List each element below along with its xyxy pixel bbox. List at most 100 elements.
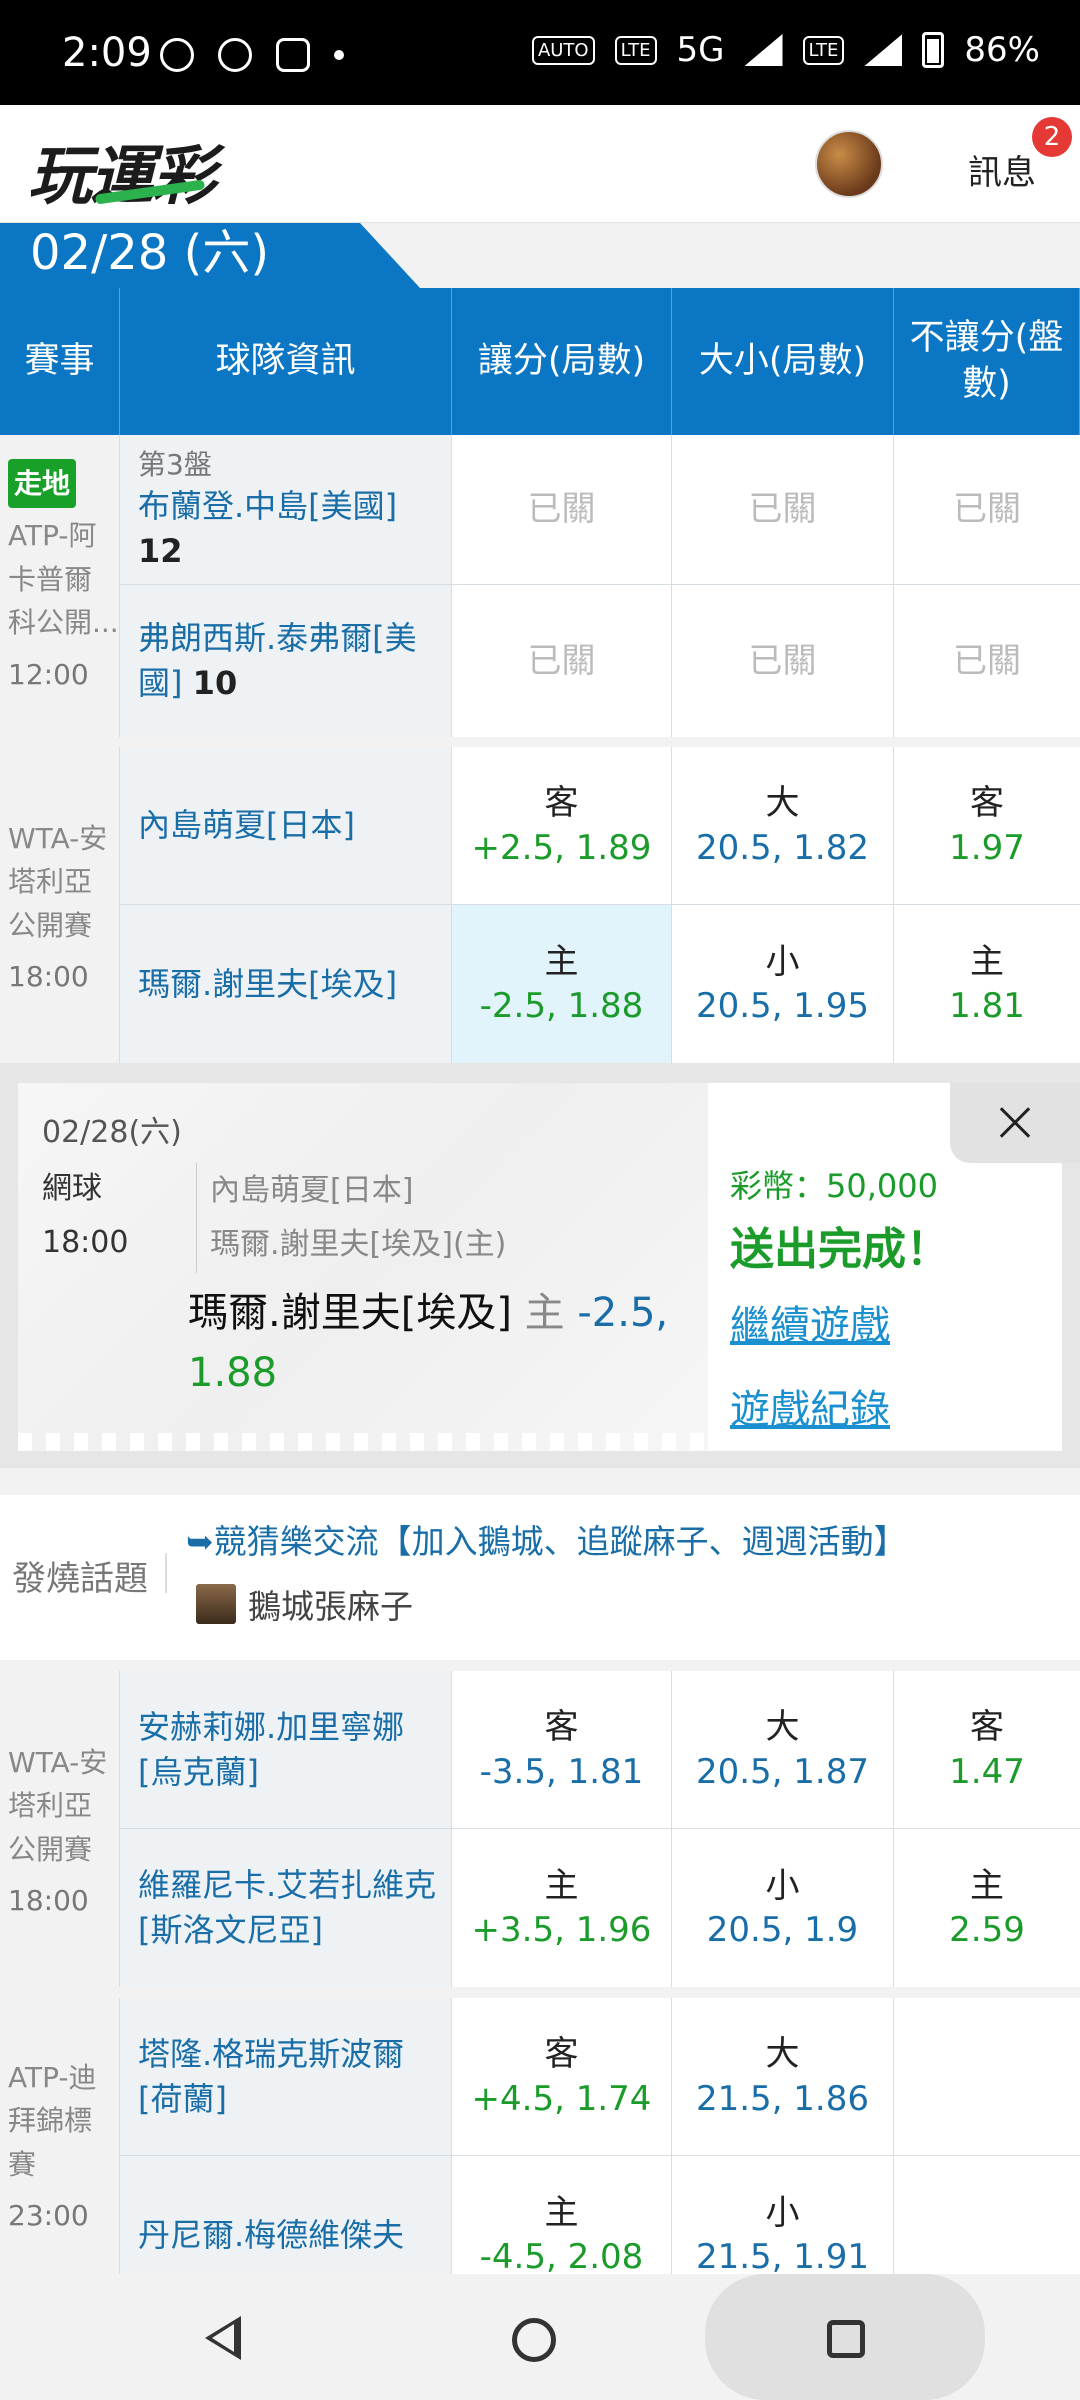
pick-line: -2.5,	[577, 1290, 669, 1336]
event-cell: 走地 ATP-阿卡普爾科公開... 12:00	[0, 435, 120, 737]
total-under-odds[interactable]: 小 21.5, 1.91	[672, 2156, 894, 2274]
event-time: 23:00	[8, 2199, 89, 2233]
total-over-odds[interactable]: 大 20.5, 1.87	[672, 1671, 894, 1828]
team-info[interactable]: 丹尼爾.梅德維傑夫	[120, 2156, 452, 2274]
odds-value: 20.5, 1.95	[695, 986, 870, 1026]
ticket-divider	[196, 1163, 197, 1273]
total-cell: 已關	[672, 585, 894, 737]
handicap-away-odds[interactable]: 客 +2.5, 1.89	[452, 747, 672, 904]
event-time: 12:00	[8, 657, 89, 691]
side-label: 客	[544, 783, 579, 824]
handicap-home-odds-selected[interactable]: 主 -2.5, 1.88	[452, 905, 672, 1063]
handicap-home-odds[interactable]: 主 +3.5, 1.96	[452, 1829, 672, 1987]
author-avatar	[196, 1584, 236, 1624]
handicap-away-odds[interactable]: 客 -3.5, 1.81	[452, 1671, 672, 1828]
hot-topic-link[interactable]: ➥競猜樂交流【加入鵝城、追蹤麻子、週週活動】	[186, 1515, 907, 1563]
side-label: 大	[765, 2034, 800, 2075]
team-info[interactable]: 弗朗西斯.泰弗爾[美國] 10	[120, 585, 452, 737]
odds-value: 2.59	[949, 1910, 1025, 1950]
side-label: 主	[970, 1865, 1004, 1906]
odds-value: +2.5, 1.89	[471, 827, 652, 868]
header-moneyline: 不讓分(盤數)	[894, 288, 1080, 435]
recents-icon[interactable]	[827, 2320, 865, 2358]
hot-topic-title: 競猜樂交流【加入鵝城、追蹤麻子、週週活動】	[213, 1522, 907, 1561]
status-time: 2:09	[62, 30, 152, 76]
table-row: 丹尼爾.梅德維傑夫 主 -4.5, 2.08 小 21.5, 1.91	[120, 2156, 1080, 2274]
submit-done-text: 送出完成！	[730, 1224, 950, 1275]
ticket-team-away: 內島萌夏[日本]	[210, 1173, 414, 1208]
line-icon	[218, 38, 252, 72]
event-name: ATP-迪拜錦標賽	[8, 2061, 97, 2181]
system-nav-bar	[0, 2274, 1080, 2400]
moneyline-cell: 已關	[953, 489, 1021, 530]
team-info[interactable]: 內島萌夏[日本]	[120, 747, 452, 904]
messages-button[interactable]: 訊息	[968, 145, 1036, 194]
team-info[interactable]: 瑪爾.謝里夫[埃及]	[120, 905, 452, 1063]
odds-value: 1.97	[949, 827, 1025, 868]
ticket-date: 02/28(六)	[42, 1115, 182, 1150]
table-row: 弗朗西斯.泰弗爾[美國] 10 已關 已關 已關	[120, 585, 1080, 737]
side-label: 主	[544, 941, 579, 982]
moneyline-home-odds[interactable]: 主 1.81	[894, 905, 1080, 1063]
moneyline-away-odds[interactable]: 客 1.97	[894, 747, 1080, 904]
team-info[interactable]: 塔隆.格瑞克斯波爾[荷蘭]	[120, 1998, 452, 2155]
team-name: 布蘭登.中島[美國]	[138, 487, 398, 526]
odds-value: -4.5, 2.08	[479, 2237, 644, 2274]
event-time: 18:00	[8, 1884, 89, 1918]
odds-value: -2.5, 1.88	[479, 986, 644, 1026]
gallery-icon	[276, 38, 310, 72]
home-icon[interactable]	[512, 2318, 556, 2362]
team-name: 弗朗西斯.泰弗爾[美國]	[138, 619, 417, 702]
share-arrow-icon: ➥	[186, 1522, 214, 1561]
side-label: 小	[765, 1865, 800, 1906]
side-label: 小	[765, 2192, 800, 2233]
match-block: ATP-迪拜錦標賽 23:00 塔隆.格瑞克斯波爾[荷蘭] 客 +4.5, 1.7…	[0, 1998, 1080, 2274]
moneyline-home-odds[interactable]: 主 2.59	[894, 1829, 1080, 1987]
messages-badge: 2	[1032, 117, 1072, 157]
team-info[interactable]: 第3盤 布蘭登.中島[美國] 12	[120, 435, 452, 584]
header-handicap: 讓分(局數)	[452, 288, 672, 435]
side-label: 小	[765, 941, 800, 982]
table-row: 維羅尼卡.艾若扎維克[斯洛文尼亞] 主 +3.5, 1.96 小 20.5, 1.9…	[120, 1829, 1080, 1987]
continue-game-link[interactable]: 繼續遊戲	[730, 1293, 890, 1351]
volte-icon: LTE	[614, 35, 657, 65]
event-cell: ATP-迪拜錦標賽 23:00	[0, 1998, 120, 2274]
total-over-odds[interactable]: 大 21.5, 1.86	[672, 1998, 894, 2155]
total-over-odds[interactable]: 大 20.5, 1.82	[672, 747, 894, 904]
match-block: WTA-安塔利亞公開賽 18:00 安赫莉娜.加里寧娜[烏克蘭] 客 -3.5, …	[0, 1671, 1080, 1987]
close-icon[interactable]	[950, 1083, 1080, 1163]
game-history-link[interactable]: 遊戲紀錄	[730, 1377, 890, 1435]
side-label: 客	[544, 1707, 579, 1748]
side-label: 主	[970, 941, 1004, 982]
bet-confirmation-panel: 02/28(六) 網球 18:00 內島萌夏[日本] 瑪爾.謝里夫[埃及](主)…	[0, 1063, 1080, 1468]
status-bar: 2:09 AUTO LTE 5G LTE 86%	[0, 0, 1080, 105]
team-name: 維羅尼卡.艾若扎維克[斯洛文尼亞]	[138, 1866, 437, 1949]
team-info[interactable]: 安赫莉娜.加里寧娜[烏克蘭]	[120, 1671, 452, 1828]
total-under-odds[interactable]: 小 20.5, 1.9	[672, 1829, 894, 1987]
moneyline-empty-cell	[894, 1998, 1080, 2155]
user-avatar[interactable]	[815, 130, 883, 198]
volte2-icon: LTE	[802, 35, 845, 65]
total-under-odds[interactable]: 小 20.5, 1.95	[672, 905, 894, 1063]
event-cell: WTA-安塔利亞公開賽 18:00	[0, 1671, 120, 1987]
team-info[interactable]: 維羅尼卡.艾若扎維克[斯洛文尼亞]	[120, 1829, 452, 1987]
odds-value: 20.5, 1.9	[706, 1910, 859, 1950]
table-row: 第3盤 布蘭登.中島[美國] 12 已關 已關 已關	[120, 435, 1080, 585]
app-logo[interactable]: 玩運彩	[28, 125, 216, 217]
hot-topic-divider	[165, 1553, 167, 1593]
team-score: 10	[192, 664, 238, 702]
moneyline-away-odds[interactable]: 客 1.47	[894, 1671, 1080, 1828]
hot-topic-author[interactable]: 鵝城張麻子	[196, 1580, 413, 1628]
handicap-away-odds[interactable]: 客 +4.5, 1.74	[452, 1998, 672, 2155]
network-type: 5G	[676, 30, 725, 70]
odds-value: 21.5, 1.91	[695, 2237, 870, 2274]
odds-value: +3.5, 1.96	[471, 1910, 652, 1950]
match-block: WTA-安塔利亞公開賽 18:00 內島萌夏[日本] 客 +2.5, 1.89 大…	[0, 747, 1080, 1063]
back-icon[interactable]	[205, 2316, 245, 2360]
table-row: 瑪爾.謝里夫[埃及] 主 -2.5, 1.88 小 20.5, 1.95 主 1.81	[120, 905, 1080, 1063]
side-label: 客	[970, 783, 1004, 824]
handicap-home-odds[interactable]: 主 -4.5, 2.08	[452, 2156, 672, 2274]
team-score: 12	[138, 532, 183, 571]
event-cell: WTA-安塔利亞公開賽 18:00	[0, 747, 120, 1063]
battery-percent: 86%	[964, 30, 1040, 70]
